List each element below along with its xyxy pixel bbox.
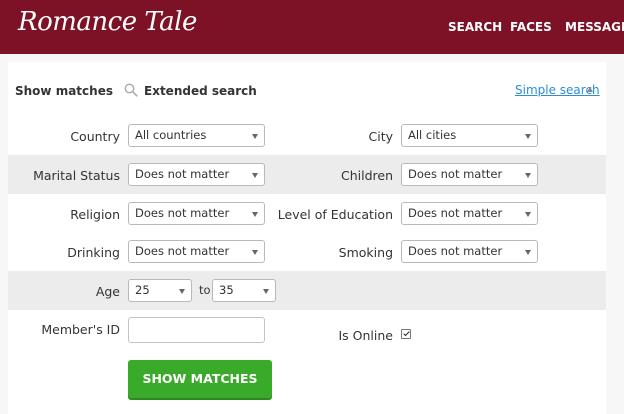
drinking-label: Drinking	[67, 245, 120, 260]
dropdown-arrow-icon	[252, 250, 258, 255]
member-id-label: Member's ID	[41, 322, 120, 337]
dropdown-arrow-icon	[179, 289, 185, 294]
dropdown-arrow-icon	[525, 250, 531, 255]
religion-label: Religion	[70, 207, 120, 222]
show-matches-title: Show matches	[15, 84, 113, 98]
is-online-checkbox[interactable]	[401, 329, 411, 339]
smoking-value: Does not matter	[408, 244, 503, 258]
religion-value: Does not matter	[135, 206, 230, 220]
dropdown-arrow-icon	[252, 212, 258, 217]
country-label: Country	[70, 129, 120, 144]
city-value: All cities	[408, 128, 457, 142]
children-select[interactable]: Does not matter	[401, 163, 538, 186]
education-select[interactable]: Does not matter	[401, 202, 538, 225]
age-label: Age	[95, 284, 120, 299]
marital-status-select[interactable]: Does not matter	[128, 163, 265, 186]
nav-search[interactable]: SEARCH	[448, 20, 502, 34]
education-value: Does not matter	[408, 206, 503, 220]
search-form-card	[8, 62, 606, 414]
education-label: Level of Education	[277, 207, 393, 222]
age-from-value: 25	[135, 283, 150, 297]
age-to-select[interactable]: 35	[212, 279, 276, 302]
country-value: All countries	[135, 128, 207, 142]
country-select[interactable]: All countries	[128, 124, 265, 147]
drinking-value: Does not matter	[135, 244, 230, 258]
dropdown-arrow-icon	[525, 134, 531, 139]
nav-faces[interactable]: FACES	[510, 20, 552, 34]
drinking-select[interactable]: Does not matter	[128, 240, 265, 263]
smoking-label: Smoking	[338, 245, 393, 260]
is-online-label: Is Online	[338, 328, 394, 343]
show-matches-button[interactable]: SHOW MATCHES	[128, 360, 272, 398]
search-icon	[124, 83, 138, 97]
top-bar: Romance Tale SEARCH FACES MESSAGES	[0, 0, 624, 54]
smoking-select[interactable]: Does not matter	[401, 240, 538, 263]
dropdown-arrow-icon	[252, 134, 258, 139]
dropdown-arrow-icon	[525, 173, 531, 178]
marital-status-value: Does not matter	[135, 167, 230, 181]
dropdown-arrow-icon	[252, 173, 258, 178]
marital-status-label: Marital Status	[33, 168, 120, 183]
city-select[interactable]: All cities	[401, 124, 538, 147]
collapse-caret-icon[interactable]	[587, 87, 593, 92]
logo[interactable]: Romance Tale	[18, 7, 197, 37]
dropdown-arrow-icon	[263, 289, 269, 294]
children-label: Children	[340, 168, 393, 183]
nav-messages[interactable]: MESSAGES	[565, 20, 624, 34]
member-id-input[interactable]	[128, 317, 265, 343]
children-value: Does not matter	[408, 167, 503, 181]
extended-search-label: Extended search	[144, 84, 257, 98]
city-label: City	[368, 129, 394, 144]
age-to-word: to	[199, 283, 211, 297]
age-to-value: 35	[219, 283, 234, 297]
age-from-select[interactable]: 25	[128, 279, 192, 302]
religion-select[interactable]: Does not matter	[128, 202, 265, 225]
dropdown-arrow-icon	[525, 212, 531, 217]
